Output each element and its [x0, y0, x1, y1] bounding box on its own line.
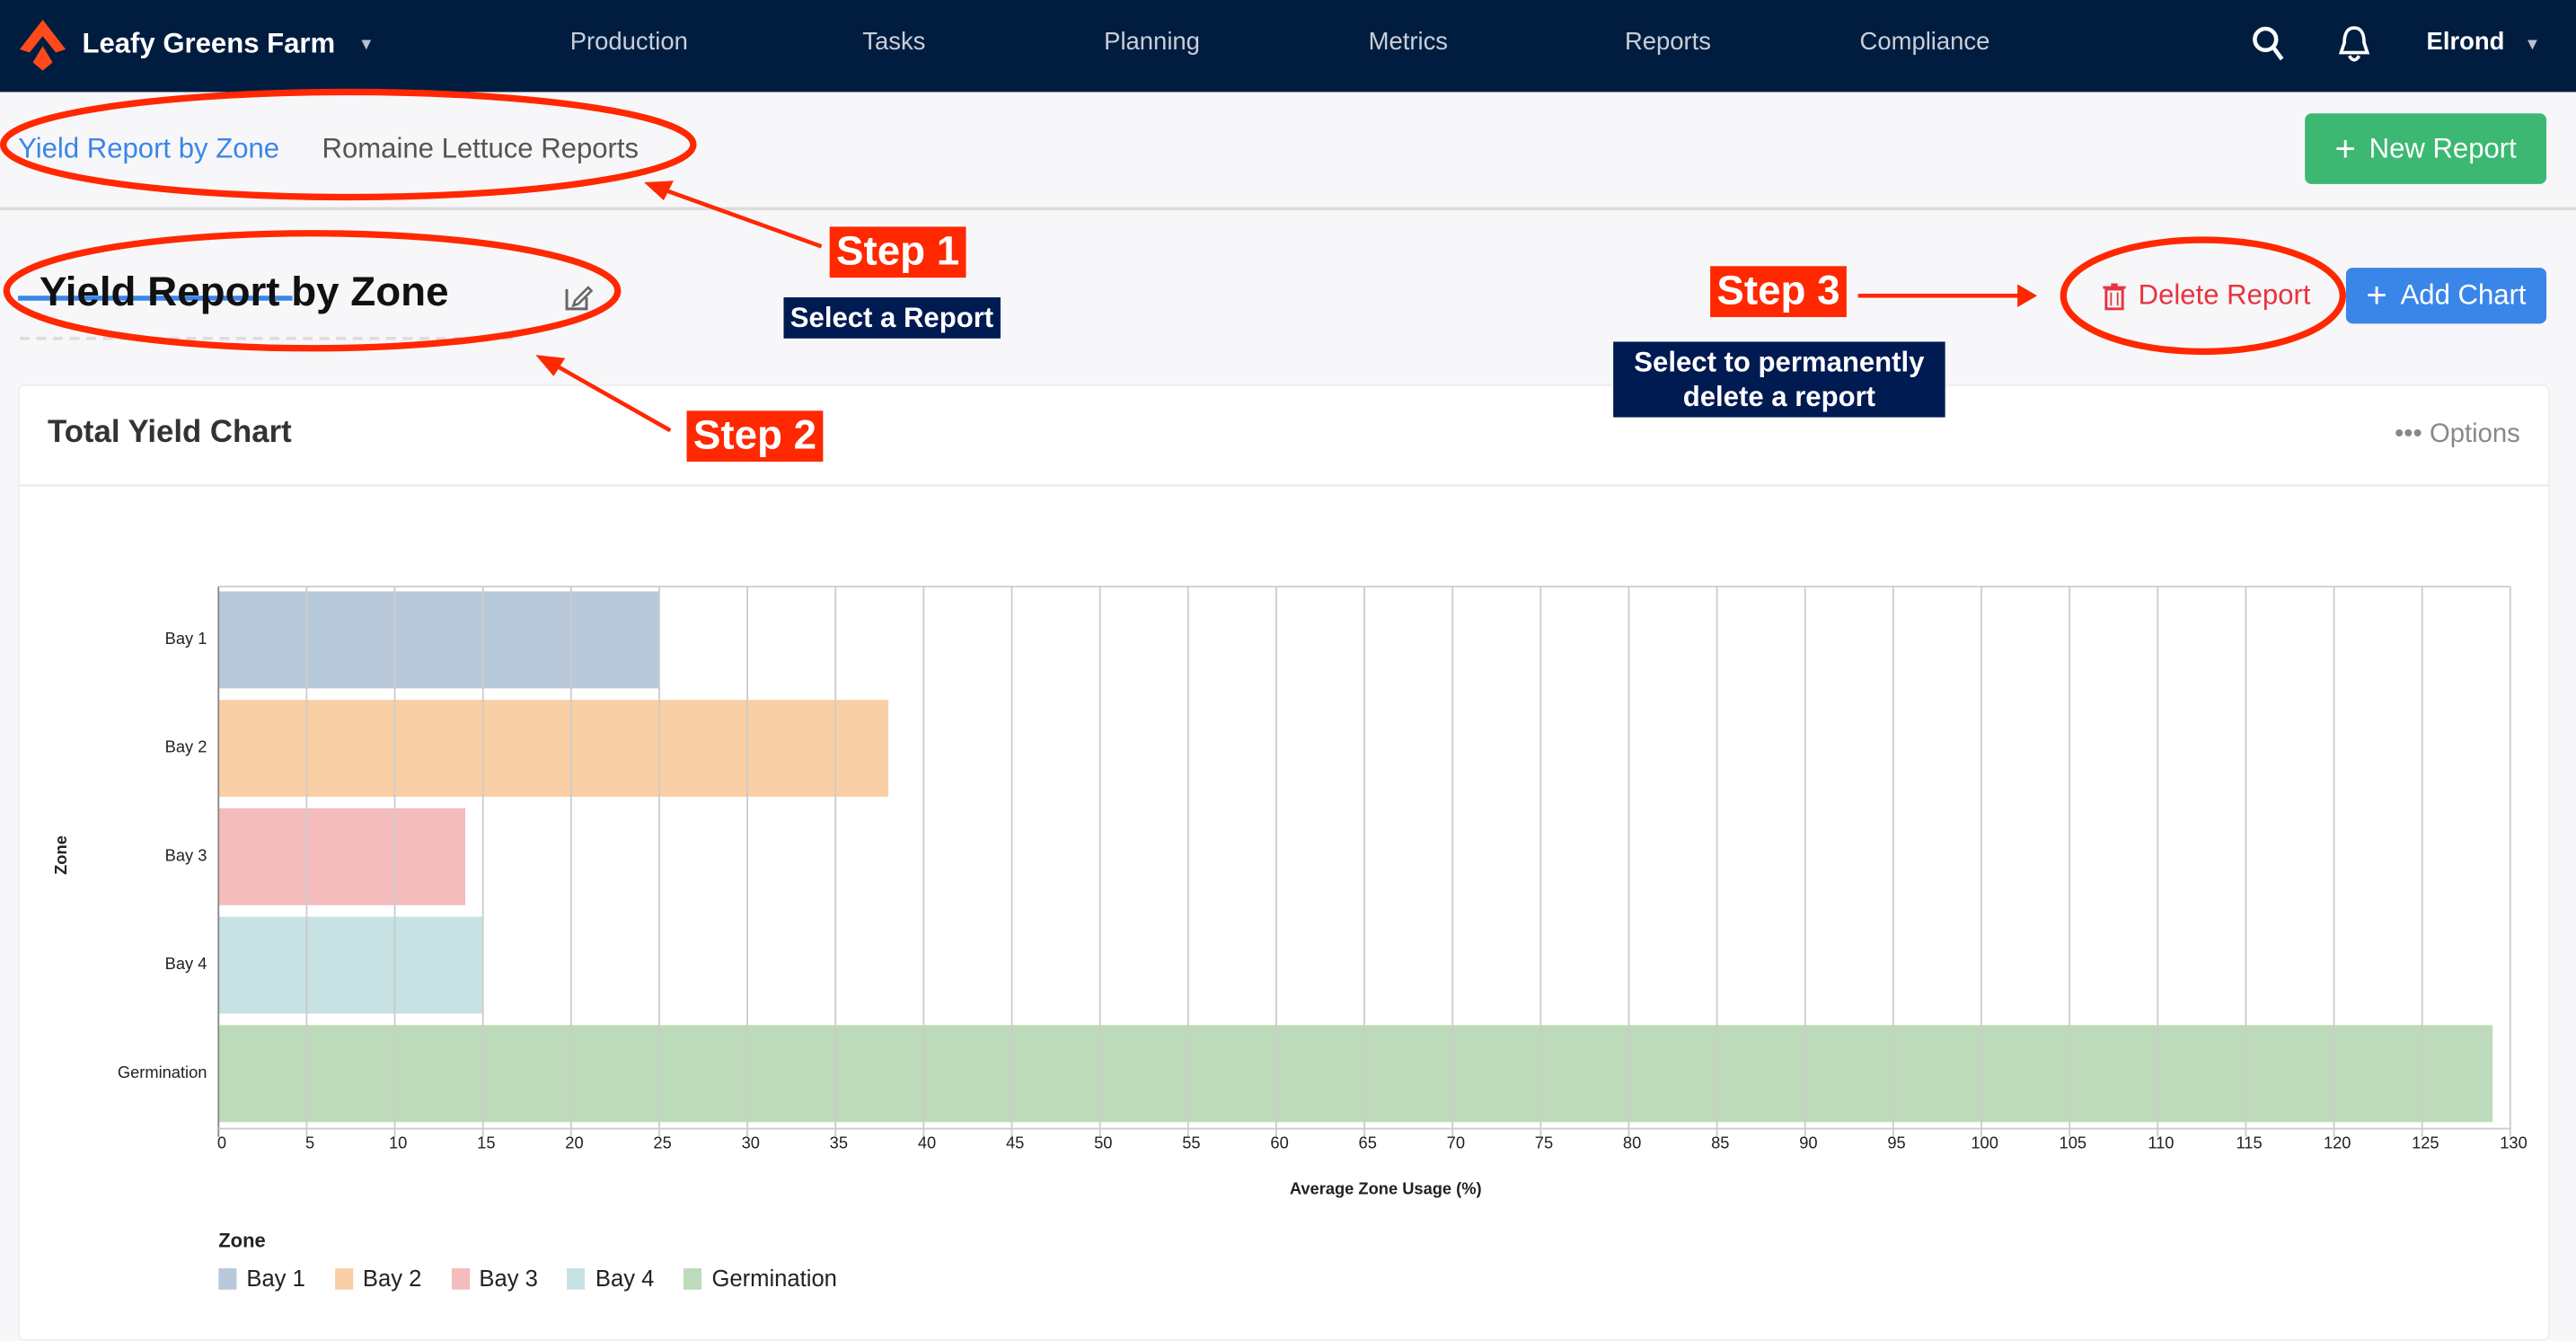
- x-tick-label: 85: [1711, 1134, 1730, 1154]
- bar-bay-1[interactable]: [218, 591, 659, 689]
- step-3-note-line-1: Select to permanently: [1634, 346, 1925, 378]
- y-tick-label: Bay 4: [164, 956, 207, 975]
- legend-swatch: [451, 1267, 470, 1289]
- legend-title: Zone: [218, 1229, 266, 1252]
- legend-swatch: [684, 1267, 702, 1289]
- x-tick-label: 35: [829, 1134, 849, 1154]
- legend-label: Bay 1: [246, 1265, 305, 1292]
- legend-swatch: [334, 1267, 353, 1289]
- x-tick-label: 130: [2500, 1134, 2527, 1154]
- bar-bay-3[interactable]: [218, 807, 466, 905]
- legend-item[interactable]: Germination: [684, 1265, 837, 1292]
- x-tick-label: 65: [1358, 1134, 1377, 1154]
- y-axis-title: Zone: [53, 835, 72, 875]
- legend-item[interactable]: Bay 1: [218, 1265, 305, 1292]
- bar-bay-4[interactable]: [218, 916, 483, 1014]
- legend-item[interactable]: Bay 3: [451, 1265, 538, 1292]
- step-3-label: Step 3: [1710, 266, 1847, 318]
- step-3-note-line-2: delete a report: [1682, 381, 1876, 413]
- legend-item[interactable]: Bay 2: [334, 1265, 422, 1292]
- x-tick-label: 90: [1799, 1134, 1818, 1154]
- legend-label: Germination: [711, 1265, 837, 1292]
- bar-chart: [217, 586, 2511, 1137]
- legend-label: Bay 3: [479, 1265, 538, 1292]
- y-tick-label: Bay 3: [164, 847, 207, 866]
- x-tick-label: 45: [1005, 1134, 1025, 1154]
- x-tick-label: 40: [917, 1134, 937, 1154]
- legend-swatch: [567, 1267, 586, 1289]
- x-tick-label: 70: [1446, 1134, 1465, 1154]
- chart-legend: Zone Bay 1 Bay 2 Bay 3 Bay 4 Germination: [218, 1229, 837, 1292]
- x-tick-label: 30: [741, 1134, 760, 1154]
- x-tick-label: 115: [2236, 1134, 2263, 1154]
- legend-item[interactable]: Bay 4: [567, 1265, 655, 1292]
- x-tick-label: 125: [2412, 1134, 2439, 1154]
- x-tick-label: 105: [2059, 1134, 2087, 1154]
- step-3-note: Select to permanently delete a report: [1613, 341, 1945, 418]
- x-tick-label: 20: [565, 1134, 584, 1154]
- x-tick-label: 5: [304, 1134, 315, 1154]
- x-tick-label: 0: [216, 1134, 227, 1154]
- y-tick-label: Germination: [117, 1064, 207, 1083]
- step-2-label: Step 2: [686, 410, 824, 462]
- x-tick-label: 100: [1971, 1134, 1998, 1154]
- x-tick-label: 60: [1270, 1134, 1289, 1154]
- x-tick-label: 55: [1182, 1134, 1201, 1154]
- x-tick-label: 95: [1887, 1134, 1906, 1154]
- x-axis-title: Average Zone Usage (%): [1289, 1181, 1482, 1200]
- bar-germination[interactable]: [218, 1025, 2493, 1123]
- app: Leafy Greens Farm ▼ Production Tasks Pla…: [0, 0, 2576, 1341]
- y-tick-label: Bay 1: [164, 631, 207, 649]
- x-tick-label: 120: [2323, 1134, 2351, 1154]
- x-tick-label: 10: [389, 1134, 408, 1154]
- y-tick-label: Bay 2: [164, 739, 207, 758]
- step-1-note: Select a Report: [783, 297, 1001, 339]
- legend-label: Bay 2: [362, 1265, 422, 1292]
- legend-swatch: [218, 1267, 237, 1289]
- x-tick-label: 50: [1094, 1134, 1113, 1154]
- x-tick-label: 25: [653, 1134, 672, 1154]
- x-tick-label: 80: [1622, 1134, 1642, 1154]
- legend-label: Bay 4: [595, 1265, 655, 1292]
- x-tick-label: 110: [2148, 1134, 2175, 1154]
- bar-bay-2[interactable]: [218, 700, 889, 798]
- x-tick-label: 15: [477, 1134, 496, 1154]
- x-tick-label: 75: [1534, 1134, 1554, 1154]
- step-1-label: Step 1: [829, 226, 966, 278]
